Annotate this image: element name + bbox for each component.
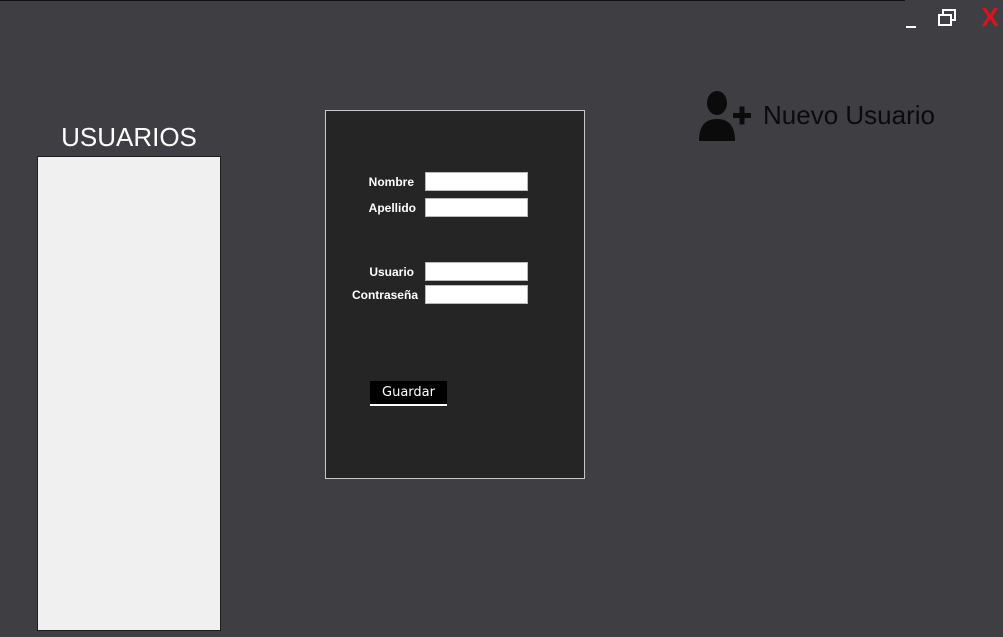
restore-button[interactable] <box>936 8 960 28</box>
close-button[interactable]: X <box>978 2 1002 32</box>
users-list[interactable] <box>37 156 221 631</box>
add-user-icon <box>699 91 751 141</box>
user-form-panel: Nombre Apellido Usuario Contraseña Guard… <box>325 110 585 479</box>
usuario-field[interactable] <box>425 262 528 281</box>
apellido-field[interactable] <box>425 198 528 217</box>
restore-icon <box>938 9 956 26</box>
usuario-label: Usuario <box>369 265 414 279</box>
window-top-border <box>0 0 905 1</box>
save-button[interactable]: Guardar <box>370 381 447 406</box>
users-title: USUARIOS <box>61 122 197 152</box>
password-label: Contraseña <box>351 288 418 302</box>
apellido-label: Apellido <box>368 201 416 215</box>
password-field[interactable] <box>425 285 528 304</box>
nombre-label: Nombre <box>368 175 414 189</box>
new-user-button[interactable]: Nuevo Usuario <box>697 89 935 141</box>
nombre-field[interactable] <box>425 172 528 191</box>
new-user-label: Nuevo Usuario <box>763 99 935 130</box>
minimize-button[interactable] <box>902 6 920 30</box>
